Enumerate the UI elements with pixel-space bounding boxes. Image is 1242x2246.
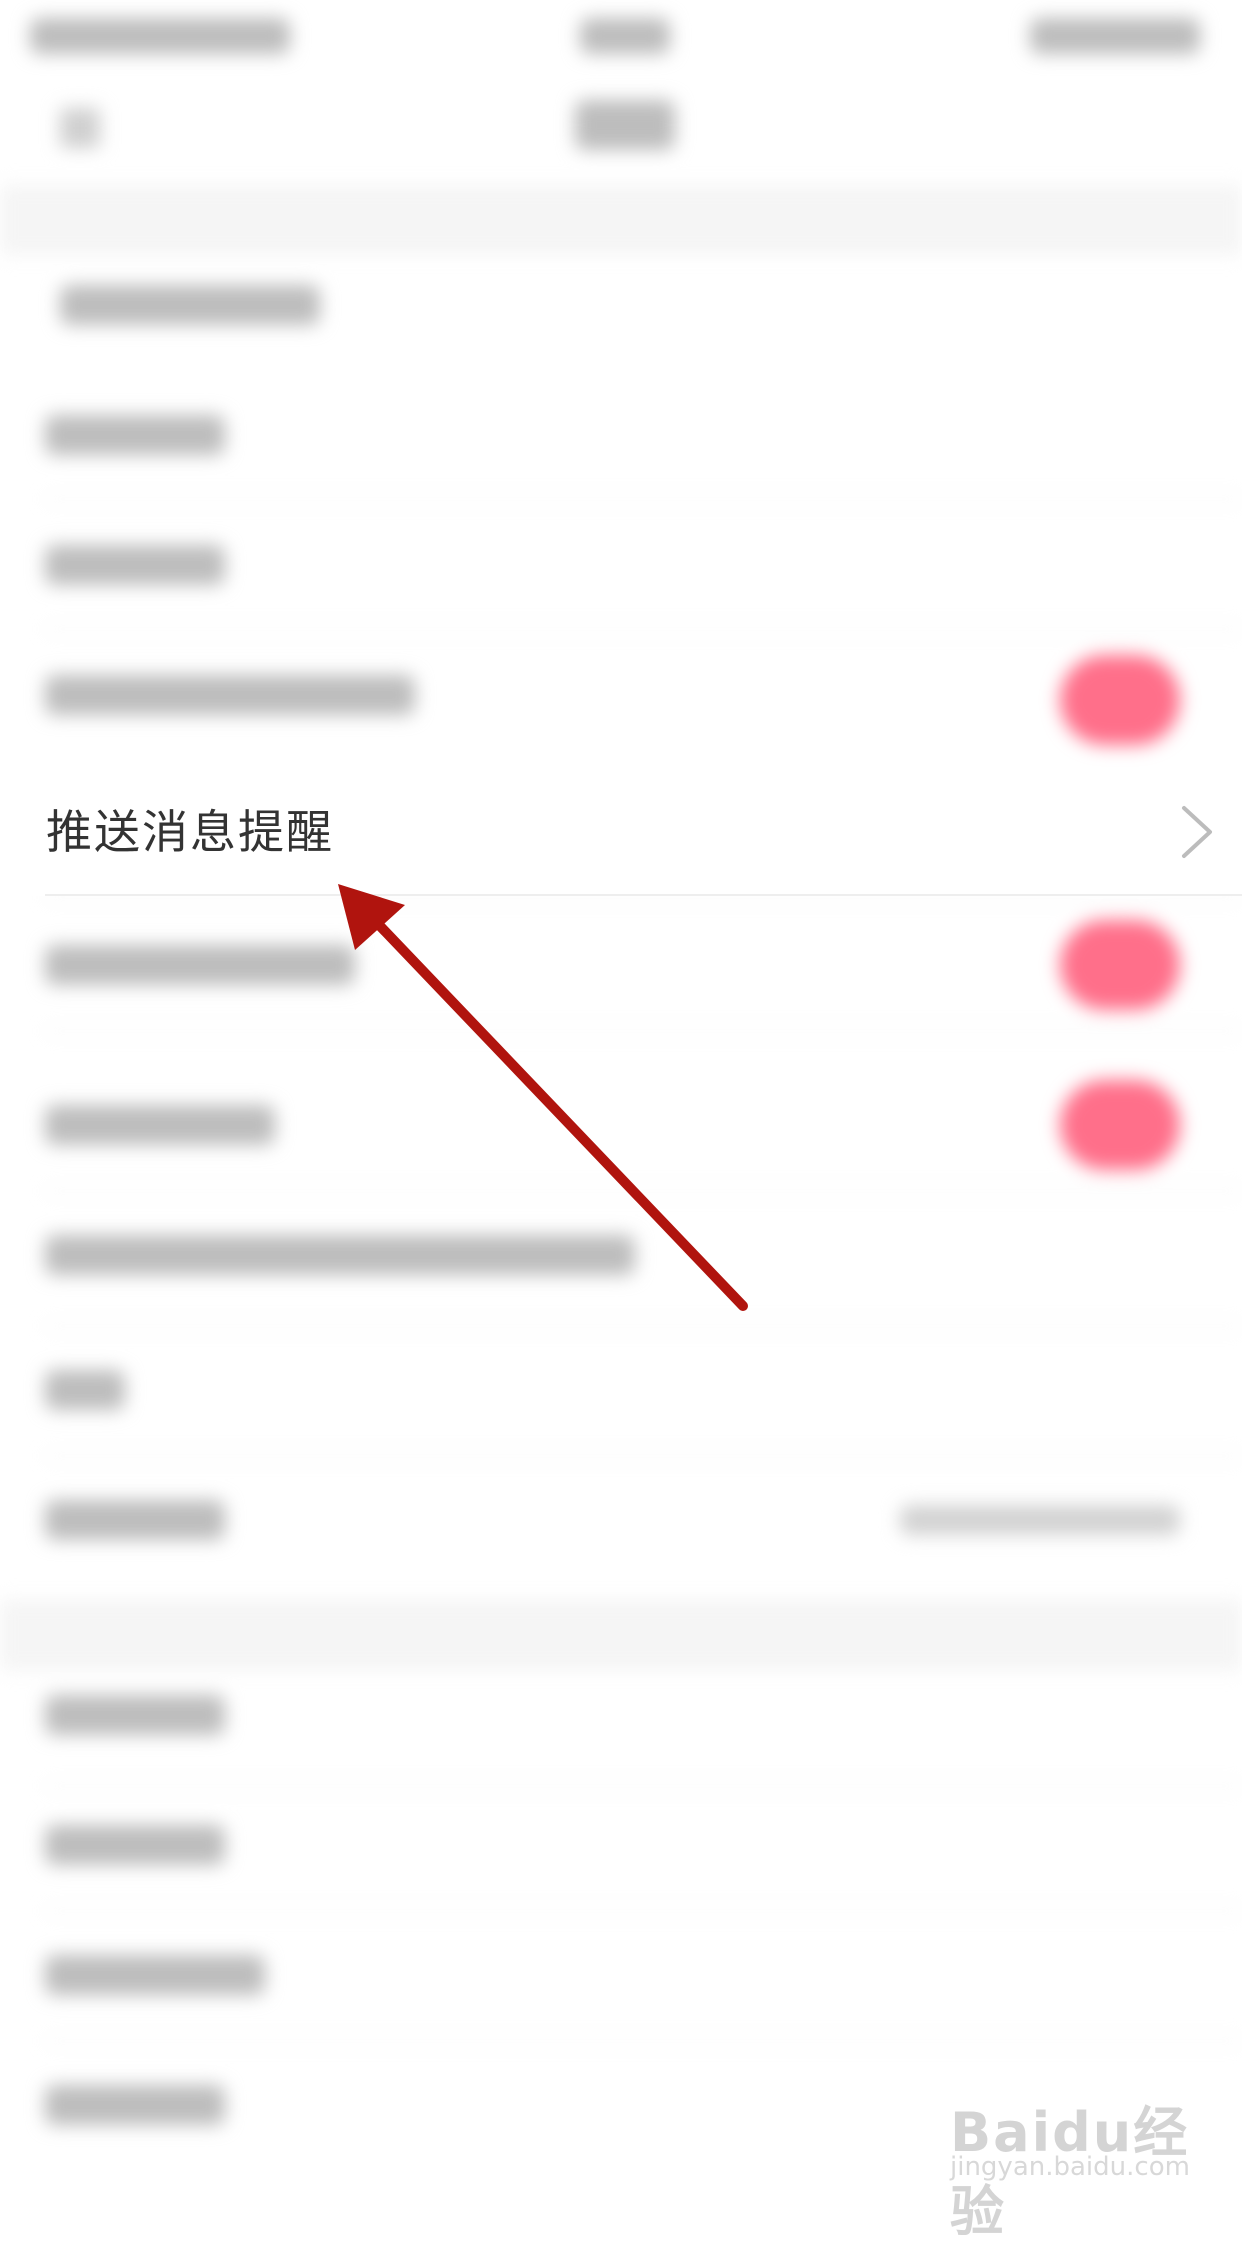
baidu-jingyan-watermark: Baidu经验 jingyan.baidu.com (950, 2070, 1190, 2243)
watermark-url: jingyan.baidu.com (950, 2152, 1190, 2182)
settings-item-push-notification[interactable]: 推送消息提醒 (0, 768, 1242, 896)
blurred-background (0, 0, 1242, 2208)
row-divider (45, 894, 1242, 896)
chevron-right-icon (1182, 806, 1212, 858)
settings-item-label: 推送消息提醒 (46, 805, 334, 859)
